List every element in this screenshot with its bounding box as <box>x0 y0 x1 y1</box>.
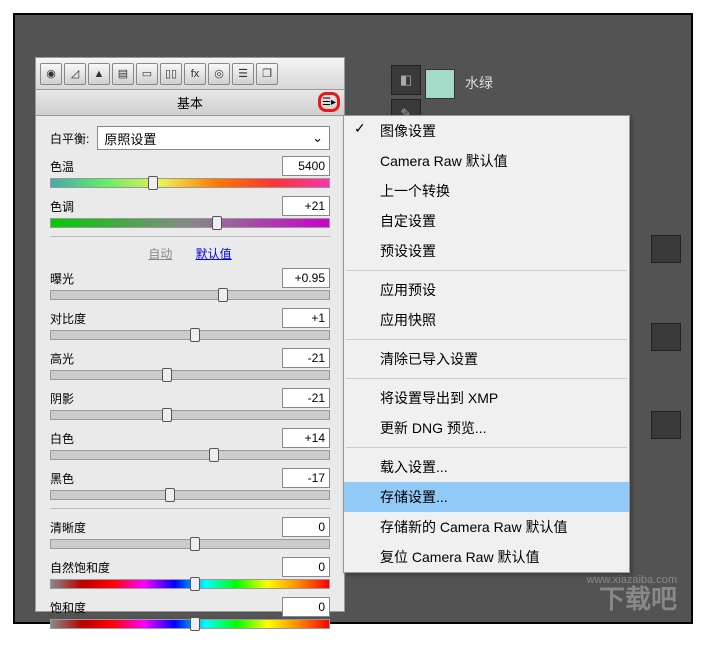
flyout-menu: ✓图像设置 Camera Raw 默认值 上一个转换 自定设置 预设设置 应用预… <box>343 115 630 573</box>
clarity-value[interactable]: 0 <box>282 517 330 537</box>
menu-image-settings[interactable]: ✓图像设置 <box>344 116 629 146</box>
shadows-value[interactable]: -21 <box>282 388 330 408</box>
shadows-label: 阴影 <box>50 390 74 407</box>
blacks-slider[interactable] <box>50 490 330 500</box>
auto-link[interactable]: 自动 <box>148 247 172 261</box>
saturation-label: 饱和度 <box>50 599 86 616</box>
highlights-slider[interactable] <box>50 370 330 380</box>
panel-toolbar: ◉ ◿ ▲ ▤ ▭ ▯▯ fx ◎ ☰ ❐ <box>36 58 344 90</box>
tool-icon[interactable]: ◧ <box>391 65 421 95</box>
tint-label: 色调 <box>50 198 74 215</box>
aperture-icon[interactable]: ◉ <box>40 63 62 85</box>
menu-prev-conversion[interactable]: 上一个转换 <box>344 176 629 206</box>
wb-value: 原照设置 <box>104 129 156 148</box>
detail-icon[interactable]: ▲ <box>88 63 110 85</box>
contrast-label: 对比度 <box>50 310 86 327</box>
highlights-value[interactable]: -21 <box>282 348 330 368</box>
swatch-label: 水绿 <box>465 73 493 93</box>
highlights-label: 高光 <box>50 350 74 367</box>
exposure-value[interactable]: +0.95 <box>282 268 330 288</box>
temp-label: 色温 <box>50 158 74 175</box>
blacks-value[interactable]: -17 <box>282 468 330 488</box>
whites-value[interactable]: +14 <box>282 428 330 448</box>
snapshots-icon[interactable]: ❐ <box>256 63 278 85</box>
menu-apply-preset[interactable]: 应用预设 <box>344 275 629 305</box>
color-swatch[interactable] <box>425 69 455 99</box>
panel-title: 基本 <box>177 93 203 112</box>
check-icon: ✓ <box>354 120 366 137</box>
menu-custom-settings[interactable]: 自定设置 <box>344 206 629 236</box>
panel-icon-3[interactable] <box>651 411 681 439</box>
blacks-label: 黑色 <box>50 470 74 487</box>
presets-icon[interactable]: ☰ <box>232 63 254 85</box>
clarity-slider[interactable] <box>50 539 330 549</box>
saturation-value[interactable]: 0 <box>282 597 330 617</box>
wb-label: 白平衡: <box>50 130 89 147</box>
shadows-slider[interactable] <box>50 410 330 420</box>
panel-title-bar: 基本 ☰▸ <box>36 90 344 116</box>
vibrance-label: 自然饱和度 <box>50 559 110 576</box>
menu-update-dng[interactable]: 更新 DNG 预览... <box>344 413 629 443</box>
menu-load-settings[interactable]: 载入设置... <box>344 452 629 482</box>
menu-export-xmp[interactable]: 将设置导出到 XMP <box>344 383 629 413</box>
exposure-slider[interactable] <box>50 290 330 300</box>
menu-camera-raw-defaults[interactable]: Camera Raw 默认值 <box>344 146 629 176</box>
whites-slider[interactable] <box>50 450 330 460</box>
hsl-icon[interactable]: ▤ <box>112 63 134 85</box>
auto-default-links: 自动 默认值 <box>50 245 330 262</box>
vibrance-value[interactable]: 0 <box>282 557 330 577</box>
clarity-label: 清晰度 <box>50 519 86 536</box>
lens-icon[interactable]: ▯▯ <box>160 63 182 85</box>
menu-save-settings[interactable]: 存储设置... <box>344 482 629 512</box>
camera-icon[interactable]: ◎ <box>208 63 230 85</box>
default-link[interactable]: 默认值 <box>196 247 232 261</box>
menu-save-new-defaults[interactable]: 存储新的 Camera Raw 默认值 <box>344 512 629 542</box>
menu-reset-defaults[interactable]: 复位 Camera Raw 默认值 <box>344 542 629 572</box>
menu-apply-snapshot[interactable]: 应用快照 <box>344 305 629 335</box>
menu-preset-settings[interactable]: 预设设置 <box>344 236 629 266</box>
panel-icon-2[interactable] <box>651 323 681 351</box>
watermark-logo: 下载吧 <box>599 579 677 616</box>
saturation-slider[interactable] <box>50 619 330 629</box>
temp-value[interactable]: 5400 <box>282 156 330 176</box>
flyout-menu-button[interactable]: ☰▸ <box>318 92 340 112</box>
tint-value[interactable]: +21 <box>282 196 330 216</box>
menu-clear-imported[interactable]: 清除已导入设置 <box>344 344 629 374</box>
exposure-label: 曝光 <box>50 270 74 287</box>
temp-slider[interactable] <box>50 178 330 188</box>
basic-panel: ◉ ◿ ▲ ▤ ▭ ▯▯ fx ◎ ☰ ❐ 基本 ☰▸ 白平衡: 原照设置 色温… <box>35 57 345 612</box>
whites-label: 白色 <box>50 430 74 447</box>
panel-icon-1[interactable] <box>651 235 681 263</box>
vibrance-slider[interactable] <box>50 579 330 589</box>
contrast-slider[interactable] <box>50 330 330 340</box>
fx-icon[interactable]: fx <box>184 63 206 85</box>
curve-icon[interactable]: ◿ <box>64 63 86 85</box>
tint-slider[interactable] <box>50 218 330 228</box>
contrast-value[interactable]: +1 <box>282 308 330 328</box>
split-icon[interactable]: ▭ <box>136 63 158 85</box>
wb-dropdown[interactable]: 原照设置 <box>97 126 330 150</box>
